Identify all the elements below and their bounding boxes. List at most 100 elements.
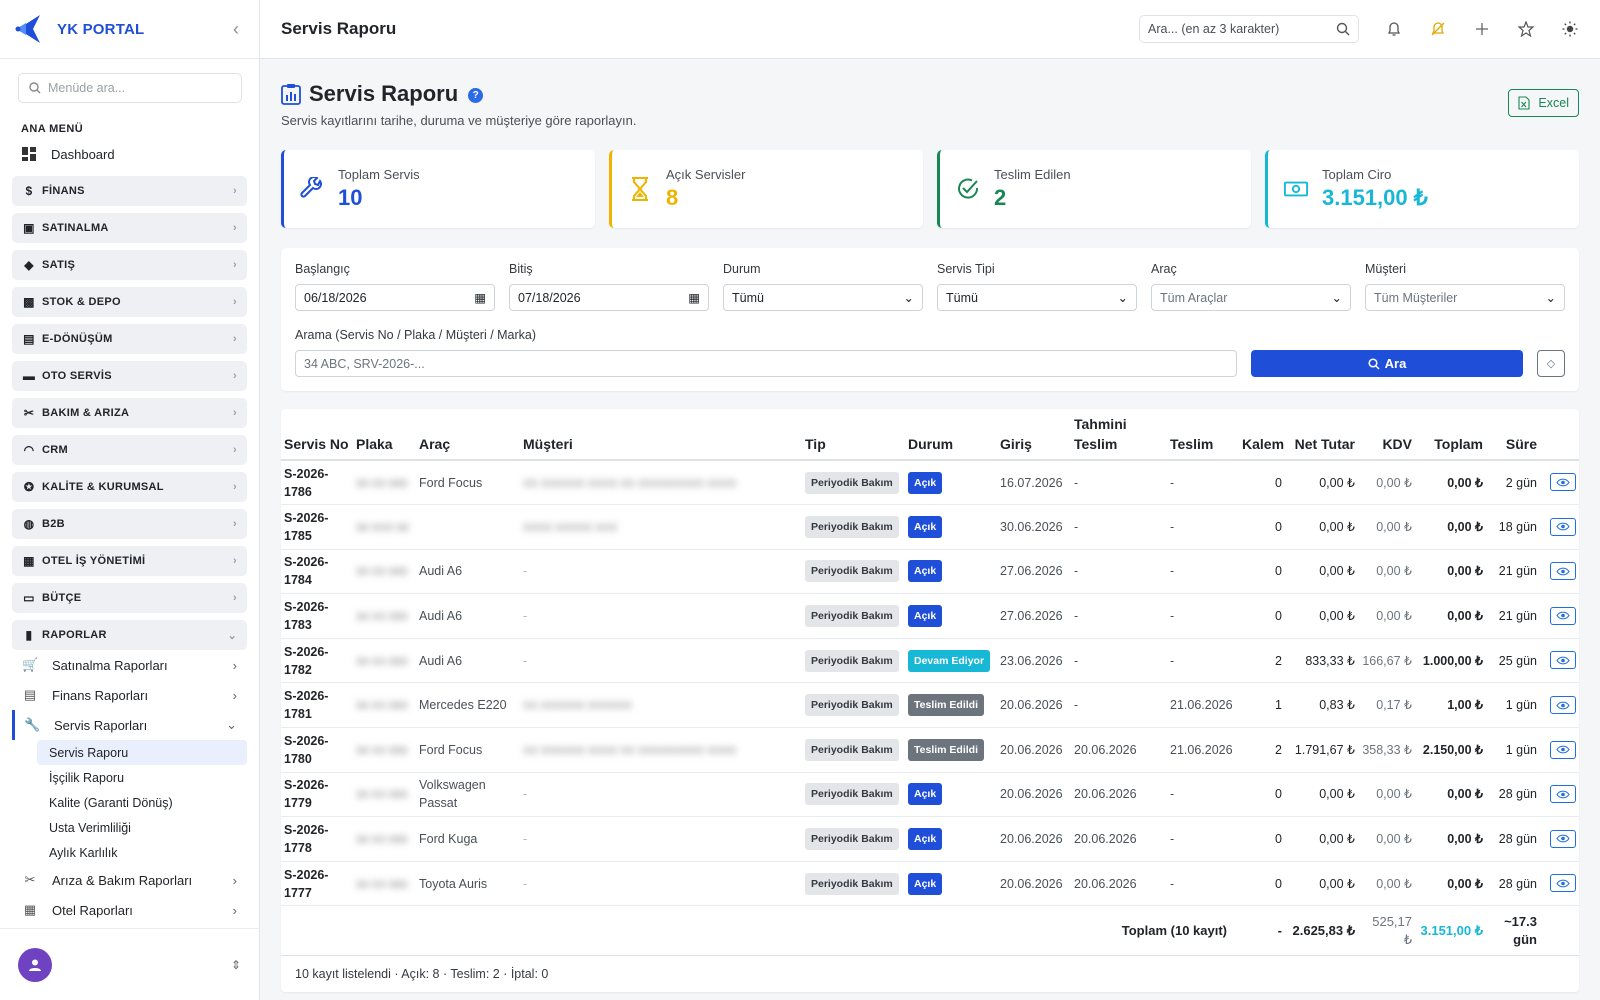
col-header-vehicle[interactable]: Araç [416, 409, 520, 461]
sidebar-leaf[interactable]: Aylık Karlılık [37, 840, 247, 865]
user-row[interactable]: ⇕ [0, 928, 259, 1000]
table-row[interactable]: S-2026-1782 34 XX 000 Audi A6- Periyodik Ba… [281, 638, 1579, 684]
cell-service-no[interactable]: S-2026-1778 [281, 816, 353, 862]
service-type-select[interactable]: Tümü ⌄ [937, 284, 1137, 311]
bell-icon[interactable] [1385, 20, 1403, 38]
sidebar-leaf[interactable]: İşçilik Raporu [37, 765, 247, 790]
sidebar-leaf[interactable]: Usta Verimliliği [37, 815, 247, 840]
plate-value: 34 XX 000 [356, 566, 408, 579]
sidebar-group-crm[interactable]: ◠ CRM › [12, 435, 247, 465]
sidebar-item-purchase-reports[interactable]: 🛒 Satınalma Raporları › [12, 650, 247, 680]
view-button[interactable] [1550, 562, 1576, 581]
cell-service-no[interactable]: S-2026-1784 [281, 549, 353, 595]
view-button[interactable] [1550, 473, 1576, 492]
table-row[interactable]: S-2026-1777 34 XX 000 Toyota Auris - Periyod… [281, 861, 1579, 907]
help-icon[interactable]: ? [468, 88, 484, 103]
col-header-duration[interactable]: Süre [1486, 409, 1540, 461]
sun-icon[interactable] [1561, 20, 1579, 38]
view-button[interactable] [1550, 606, 1576, 625]
col-header-items[interactable]: Kalem [1239, 409, 1285, 461]
cell-status: Açık [905, 504, 997, 550]
cell-service-no[interactable]: S-2026-1781 [281, 682, 353, 729]
view-button[interactable] [1550, 696, 1576, 715]
vehicle-value: Tüm Araçlar [1160, 290, 1228, 305]
sidebar-group-oto-servi-s[interactable]: ▬ OTO SERVİS › [12, 361, 247, 391]
avatar[interactable] [18, 947, 52, 982]
view-button[interactable] [1550, 785, 1576, 804]
expand-user-menu-icon[interactable]: ⇕ [231, 958, 241, 972]
calendar-icon[interactable]: ▦ [474, 290, 486, 305]
sidebar-group-satinalma[interactable]: ▣ SATINALMA › [12, 213, 247, 243]
sidebar-group-kali-te-kurumsal[interactable]: ✪ KALİTE & KURUMSAL › [12, 472, 247, 502]
sidebar-group-stok-depo[interactable]: ▩ STOK & DEPO › [12, 287, 247, 317]
col-header-customer[interactable]: Müşteri [520, 409, 802, 461]
vehicle-select[interactable]: Tüm Araçlar ⌄ [1151, 284, 1351, 311]
col-header-est[interactable]: Tahmini Teslim [1071, 409, 1167, 461]
col-header-vat[interactable]: KDV [1358, 409, 1415, 461]
sidebar-group-sati-[interactable]: ◆ SATIŞ › [12, 250, 247, 280]
view-button[interactable] [1550, 517, 1576, 536]
star-icon[interactable] [1517, 20, 1535, 38]
col-header-out[interactable]: Teslim [1167, 409, 1239, 461]
view-button[interactable] [1550, 651, 1576, 670]
topbar: Servis Raporu Ara... (en az 3 karakter) [260, 0, 1600, 59]
cell-out: - [1167, 772, 1239, 818]
cell-type: Periyodik Bakım [802, 816, 905, 862]
sidebar-group-fi-nans[interactable]: $ FİNANS › [12, 176, 247, 206]
sidebar-leaf[interactable]: Servis Raporu [37, 740, 247, 765]
cell-service-no[interactable]: S-2026-1780 [281, 727, 353, 773]
clear-filters-button[interactable]: ◇ [1537, 350, 1565, 377]
plus-icon[interactable] [1473, 20, 1491, 38]
view-button[interactable] [1550, 874, 1576, 893]
table-row[interactable]: S-2026-1780 34 XX 000 Ford Focus XX XXXXXX … [281, 727, 1579, 773]
sidebar-item-hotel-reports[interactable]: ▦ Otel Raporları › [12, 895, 247, 925]
customer-select[interactable]: Tüm Müşteriler ⌄ [1365, 284, 1565, 311]
table-row[interactable]: S-2026-1783 34 XX 000 Audi A6- Periyodik Ba… [281, 593, 1579, 639]
col-header-net[interactable]: Net Tutar [1285, 409, 1358, 461]
sidebar-group-bakim-ariza[interactable]: ✂ BAKIM & ARIZA › [12, 398, 247, 428]
cell-service-no[interactable]: S-2026-1777 [281, 861, 353, 907]
table-row[interactable]: S-2026-1786 34 XX 000 Ford Focus XX XXXXXX … [281, 460, 1579, 506]
status-select[interactable]: Tümü ⌄ [723, 284, 923, 311]
bell-slash-icon[interactable] [1429, 20, 1447, 38]
sidebar-item-service-reports[interactable]: 🔧 Servis Raporları ⌄ [12, 710, 247, 740]
search-button[interactable]: Ara [1251, 350, 1523, 377]
sidebar-item-finance-reports[interactable]: ▤ Finans Raporları › [12, 680, 247, 710]
view-button[interactable] [1550, 829, 1576, 848]
calendar-icon[interactable]: ▦ [688, 290, 700, 305]
start-date-input[interactable]: 06/18/2026 ▦ [295, 284, 495, 311]
type-badge: Periyodik Bakım [805, 560, 899, 583]
table-row[interactable]: S-2026-1779 34 XX 000 Volkswagen Passat - Pe… [281, 772, 1579, 818]
sidebar-leaf[interactable]: Kalite (Garanti Dönüş) [37, 790, 247, 815]
cell-service-no[interactable]: S-2026-1785 [281, 504, 353, 550]
cell-service-no[interactable]: S-2026-1779 [281, 772, 353, 818]
cell-service-no[interactable]: S-2026-1782 [281, 638, 353, 684]
table-row[interactable]: S-2026-1778 34 XX 000 Ford Kuga - Periyodik … [281, 816, 1579, 862]
sidebar-group-raporlar[interactable]: ▮ RAPORLAR ⌄ [12, 620, 247, 650]
end-date-input[interactable]: 07/18/2026 ▦ [509, 284, 709, 311]
col-header-type[interactable]: Tip [802, 409, 905, 461]
col-header-status[interactable]: Durum [905, 409, 997, 461]
cell-service-no[interactable]: S-2026-1783 [281, 593, 353, 639]
col-header-total[interactable]: Toplam [1415, 409, 1486, 461]
sidebar-item-dashboard[interactable]: Dashboard [12, 139, 247, 169]
col-header-plate[interactable]: Plaka [353, 409, 416, 461]
collapse-sidebar-button[interactable]: ‹ [227, 19, 245, 40]
sidebar-group-otel-i-y-neti-mi-[interactable]: ▦ OTEL İŞ YÖNETİMİ › [12, 546, 247, 576]
table-row[interactable]: S-2026-1784 34 XX 000 Audi A6- Periyodik Ba… [281, 549, 1579, 595]
col-header-in[interactable]: Giriş [997, 409, 1071, 461]
excel-export-button[interactable]: Excel [1508, 89, 1579, 117]
table-row[interactable]: S-2026-1785 34 XXX 00 XXXX XXXXX XXX Periyo… [281, 504, 1579, 550]
plate-value: 34 XX 000 [356, 700, 408, 713]
sidebar-group-b-t-e[interactable]: ▭ BÜTÇE › [12, 583, 247, 613]
global-search-input[interactable]: Ara... (en az 3 karakter) [1139, 15, 1359, 43]
view-button[interactable] [1550, 740, 1576, 759]
sidebar-item-fault-reports[interactable]: ✂ Arıza & Bakım Raporları › [12, 865, 247, 895]
table-row[interactable]: S-2026-1781 34 XX 000 Mercedes E220 XX XXXX… [281, 682, 1579, 729]
cell-service-no[interactable]: S-2026-1786 [281, 460, 353, 506]
report-search-input[interactable]: 34 ABC, SRV-2026-... [295, 350, 1237, 377]
sidebar-group-b2b[interactable]: ◍ B2B › [12, 509, 247, 539]
sidebar-group-e-d-n-m[interactable]: ▤ E-DÖNÜŞÜM › [12, 324, 247, 354]
menu-search-input[interactable]: Menüde ara... [18, 73, 242, 103]
col-header-no[interactable]: Servis No [281, 409, 353, 461]
